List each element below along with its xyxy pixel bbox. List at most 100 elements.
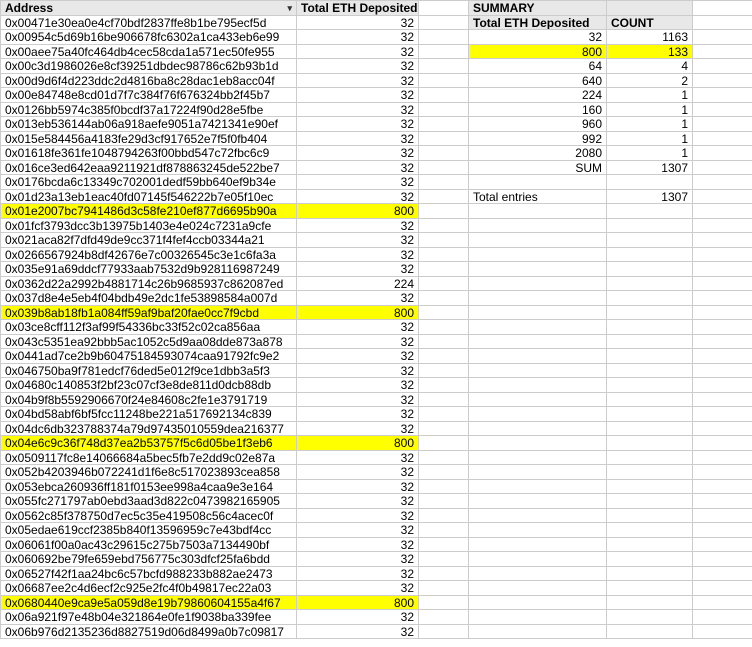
address-cell[interactable]: 0x013eb536144ab06a918aefe9051a7421341e90… xyxy=(1,117,297,132)
address-cell[interactable]: 0x06061f00a0ac43c29615c275b7503a7134490b… xyxy=(1,538,297,553)
address-cell[interactable]: 0x0362d22a2992b4881714c26b9685937c862087… xyxy=(1,277,297,292)
spacer xyxy=(469,291,607,306)
eth-cell: 32 xyxy=(297,161,419,176)
spacer xyxy=(693,45,752,60)
spacer xyxy=(607,364,693,379)
summary-eth: 160 xyxy=(469,103,607,118)
spacer xyxy=(469,596,607,611)
eth-cell: 32 xyxy=(297,146,419,161)
spacer xyxy=(693,190,752,205)
spacer xyxy=(607,306,693,321)
spreadsheet-grid: AddressTotal ETH DepositedSUMMARY0x00471… xyxy=(0,0,752,639)
address-cell[interactable]: 0x04b9f8b5592906670f24e84608c2fe1e379171… xyxy=(1,393,297,408)
address-cell[interactable]: 0x01e2007bc7941486d3c58fe210ef877d6695b9… xyxy=(1,204,297,219)
spacer xyxy=(419,146,469,161)
address-cell[interactable]: 0x04dc6db323788374a79d97435010559dea2163… xyxy=(1,422,297,437)
address-cell[interactable]: 0x04680c140853f2bf23c07cf3e8de811d0dcb88… xyxy=(1,378,297,393)
spacer xyxy=(607,436,693,451)
address-cell[interactable]: 0x06a921f97e48b04e321864e0fe1f9038ba339f… xyxy=(1,610,297,625)
address-cell[interactable]: 0x043c5351ea92bbb5ac1052c5d9aa08dde873a8… xyxy=(1,335,297,350)
address-cell[interactable]: 0x00954c5d69b16be906678fc6302a1ca433eb6e… xyxy=(1,30,297,45)
address-cell[interactable]: 0x03ce8cff112f3af99f54336bc33f52c02ca856… xyxy=(1,320,297,335)
spacer xyxy=(693,1,752,16)
address-cell[interactable]: 0x016ce3ed642eaa9211921df878863245de522b… xyxy=(1,161,297,176)
address-cell[interactable]: 0x052b4203946b072241d1f6e8c517023893cea8… xyxy=(1,465,297,480)
address-cell[interactable]: 0x0680440e9ca9e5a059d8e19b79860604155a4f… xyxy=(1,596,297,611)
address-cell[interactable]: 0x015e584456a4183fe29d3cf917652e7f5f0fb4… xyxy=(1,132,297,147)
spacer xyxy=(469,277,607,292)
eth-cell: 32 xyxy=(297,422,419,437)
address-cell[interactable]: 0x0126bb5974c385f0bcdf37a17224f90d28e5fb… xyxy=(1,103,297,118)
address-cell[interactable]: 0x0562c85f378750d7ec5c35e419508c56c4acec… xyxy=(1,509,297,524)
address-cell[interactable]: 0x04e6c9c36f748d37ea2b53757f5c6d05be1f3e… xyxy=(1,436,297,451)
address-cell[interactable]: 0x0176bcda6c13349c702001dedf59bb640ef9b3… xyxy=(1,175,297,190)
col-header-eth: Total ETH Deposited xyxy=(297,1,419,16)
spacer xyxy=(607,349,693,364)
address-cell[interactable]: 0x060692be79fe659ebd756775c303dfcf25fa6b… xyxy=(1,552,297,567)
address-cell[interactable]: 0x00c3d1986026e8cf39251dbdec98786c62b93b… xyxy=(1,59,297,74)
address-cell[interactable]: 0x0509117fc8e14066684a5bec5fb7e2dd9c02e8… xyxy=(1,451,297,466)
address-cell[interactable]: 0x06b976d2135236d8827519d06d8499a0b7c098… xyxy=(1,625,297,640)
spacer xyxy=(693,320,752,335)
eth-cell: 800 xyxy=(297,204,419,219)
spacer xyxy=(607,480,693,495)
eth-cell: 32 xyxy=(297,117,419,132)
spacer xyxy=(419,407,469,422)
summary-sum-value: 1307 xyxy=(607,161,693,176)
address-cell[interactable]: 0x046750ba9f781edcf76ded5e012f9ce1dbb3a5… xyxy=(1,364,297,379)
address-cell[interactable]: 0x035e91a69ddcf77933aab7532d9b9281169872… xyxy=(1,262,297,277)
address-cell[interactable]: 0x01fcf3793dcc3b13975b1403e4e024c7231a9c… xyxy=(1,219,297,234)
address-cell[interactable]: 0x06527f42f1aa24bc6c57bcfd988233b882ae24… xyxy=(1,567,297,582)
spacer xyxy=(693,291,752,306)
address-cell[interactable]: 0x055fc271797ab0ebd3aad3d822c04739821659… xyxy=(1,494,297,509)
eth-cell: 32 xyxy=(297,74,419,89)
spacer xyxy=(469,219,607,234)
address-cell[interactable]: 0x021aca82f7dfd49de9cc371f4fef4ccb03344a… xyxy=(1,233,297,248)
summary-eth: 64 xyxy=(469,59,607,74)
address-cell[interactable]: 0x039b8ab18fb1a084ff59af9baf20fae0cc7f9c… xyxy=(1,306,297,321)
col-header-address[interactable]: Address xyxy=(1,1,297,16)
spacer xyxy=(693,277,752,292)
spacer xyxy=(419,378,469,393)
spacer xyxy=(693,581,752,596)
spacer xyxy=(469,262,607,277)
spacer xyxy=(693,30,752,45)
address-cell[interactable]: 0x00e84748e8cd01d7f7c384f76f676324bb2f45… xyxy=(1,88,297,103)
spacer xyxy=(693,625,752,640)
spacer xyxy=(419,552,469,567)
spacer xyxy=(607,204,693,219)
address-cell[interactable]: 0x06687ee2c4d6ecf2c925e2fc4f0b49817ec22a… xyxy=(1,581,297,596)
spacer xyxy=(607,523,693,538)
spacer xyxy=(419,219,469,234)
address-cell[interactable]: 0x037d8e4e5eb4f04bdb49e2dc1fe53898584a00… xyxy=(1,291,297,306)
eth-cell: 32 xyxy=(297,538,419,553)
spacer xyxy=(419,45,469,60)
spacer xyxy=(693,262,752,277)
address-cell[interactable]: 0x00aee75a40fc464db4cec58cda1a571ec50fe9… xyxy=(1,45,297,60)
address-cell[interactable]: 0x05edae619ccf2385b840f13596959c7e43bdf4… xyxy=(1,523,297,538)
address-cell[interactable]: 0x0441ad7ce2b9b60475184593074caa91792fc9… xyxy=(1,349,297,364)
spacer xyxy=(419,480,469,495)
eth-cell: 32 xyxy=(297,248,419,263)
eth-cell: 32 xyxy=(297,364,419,379)
address-cell[interactable]: 0x01d23a13eb1eac40fd07145f546222b7e05f10… xyxy=(1,190,297,205)
spacer xyxy=(607,248,693,263)
spacer xyxy=(469,523,607,538)
address-cell[interactable]: 0x00d9d6f4d223ddc2d4816ba8c28dac1eb8acc0… xyxy=(1,74,297,89)
spacer xyxy=(607,552,693,567)
spacer xyxy=(419,494,469,509)
spacer xyxy=(693,465,752,480)
address-cell[interactable]: 0x01618fe361fe1048794263f00bbd547c72fbc6… xyxy=(1,146,297,161)
address-cell[interactable]: 0x00471e30ea0e4cf70bdf2837ffe8b1be795ecf… xyxy=(1,16,297,31)
address-cell[interactable]: 0x04bd58abf6bf5fcc11248be221a517692134c8… xyxy=(1,407,297,422)
eth-cell: 32 xyxy=(297,349,419,364)
eth-cell: 32 xyxy=(297,30,419,45)
spacer xyxy=(607,509,693,524)
spacer xyxy=(419,581,469,596)
eth-cell: 800 xyxy=(297,436,419,451)
spacer xyxy=(693,103,752,118)
summary-count: 133 xyxy=(607,45,693,60)
eth-cell: 32 xyxy=(297,59,419,74)
address-cell[interactable]: 0x053ebca260936ff181f0153ee998a4caa9e3e1… xyxy=(1,480,297,495)
address-cell[interactable]: 0x0266567924b8df42676e7c00326545c3e1c6fa… xyxy=(1,248,297,263)
